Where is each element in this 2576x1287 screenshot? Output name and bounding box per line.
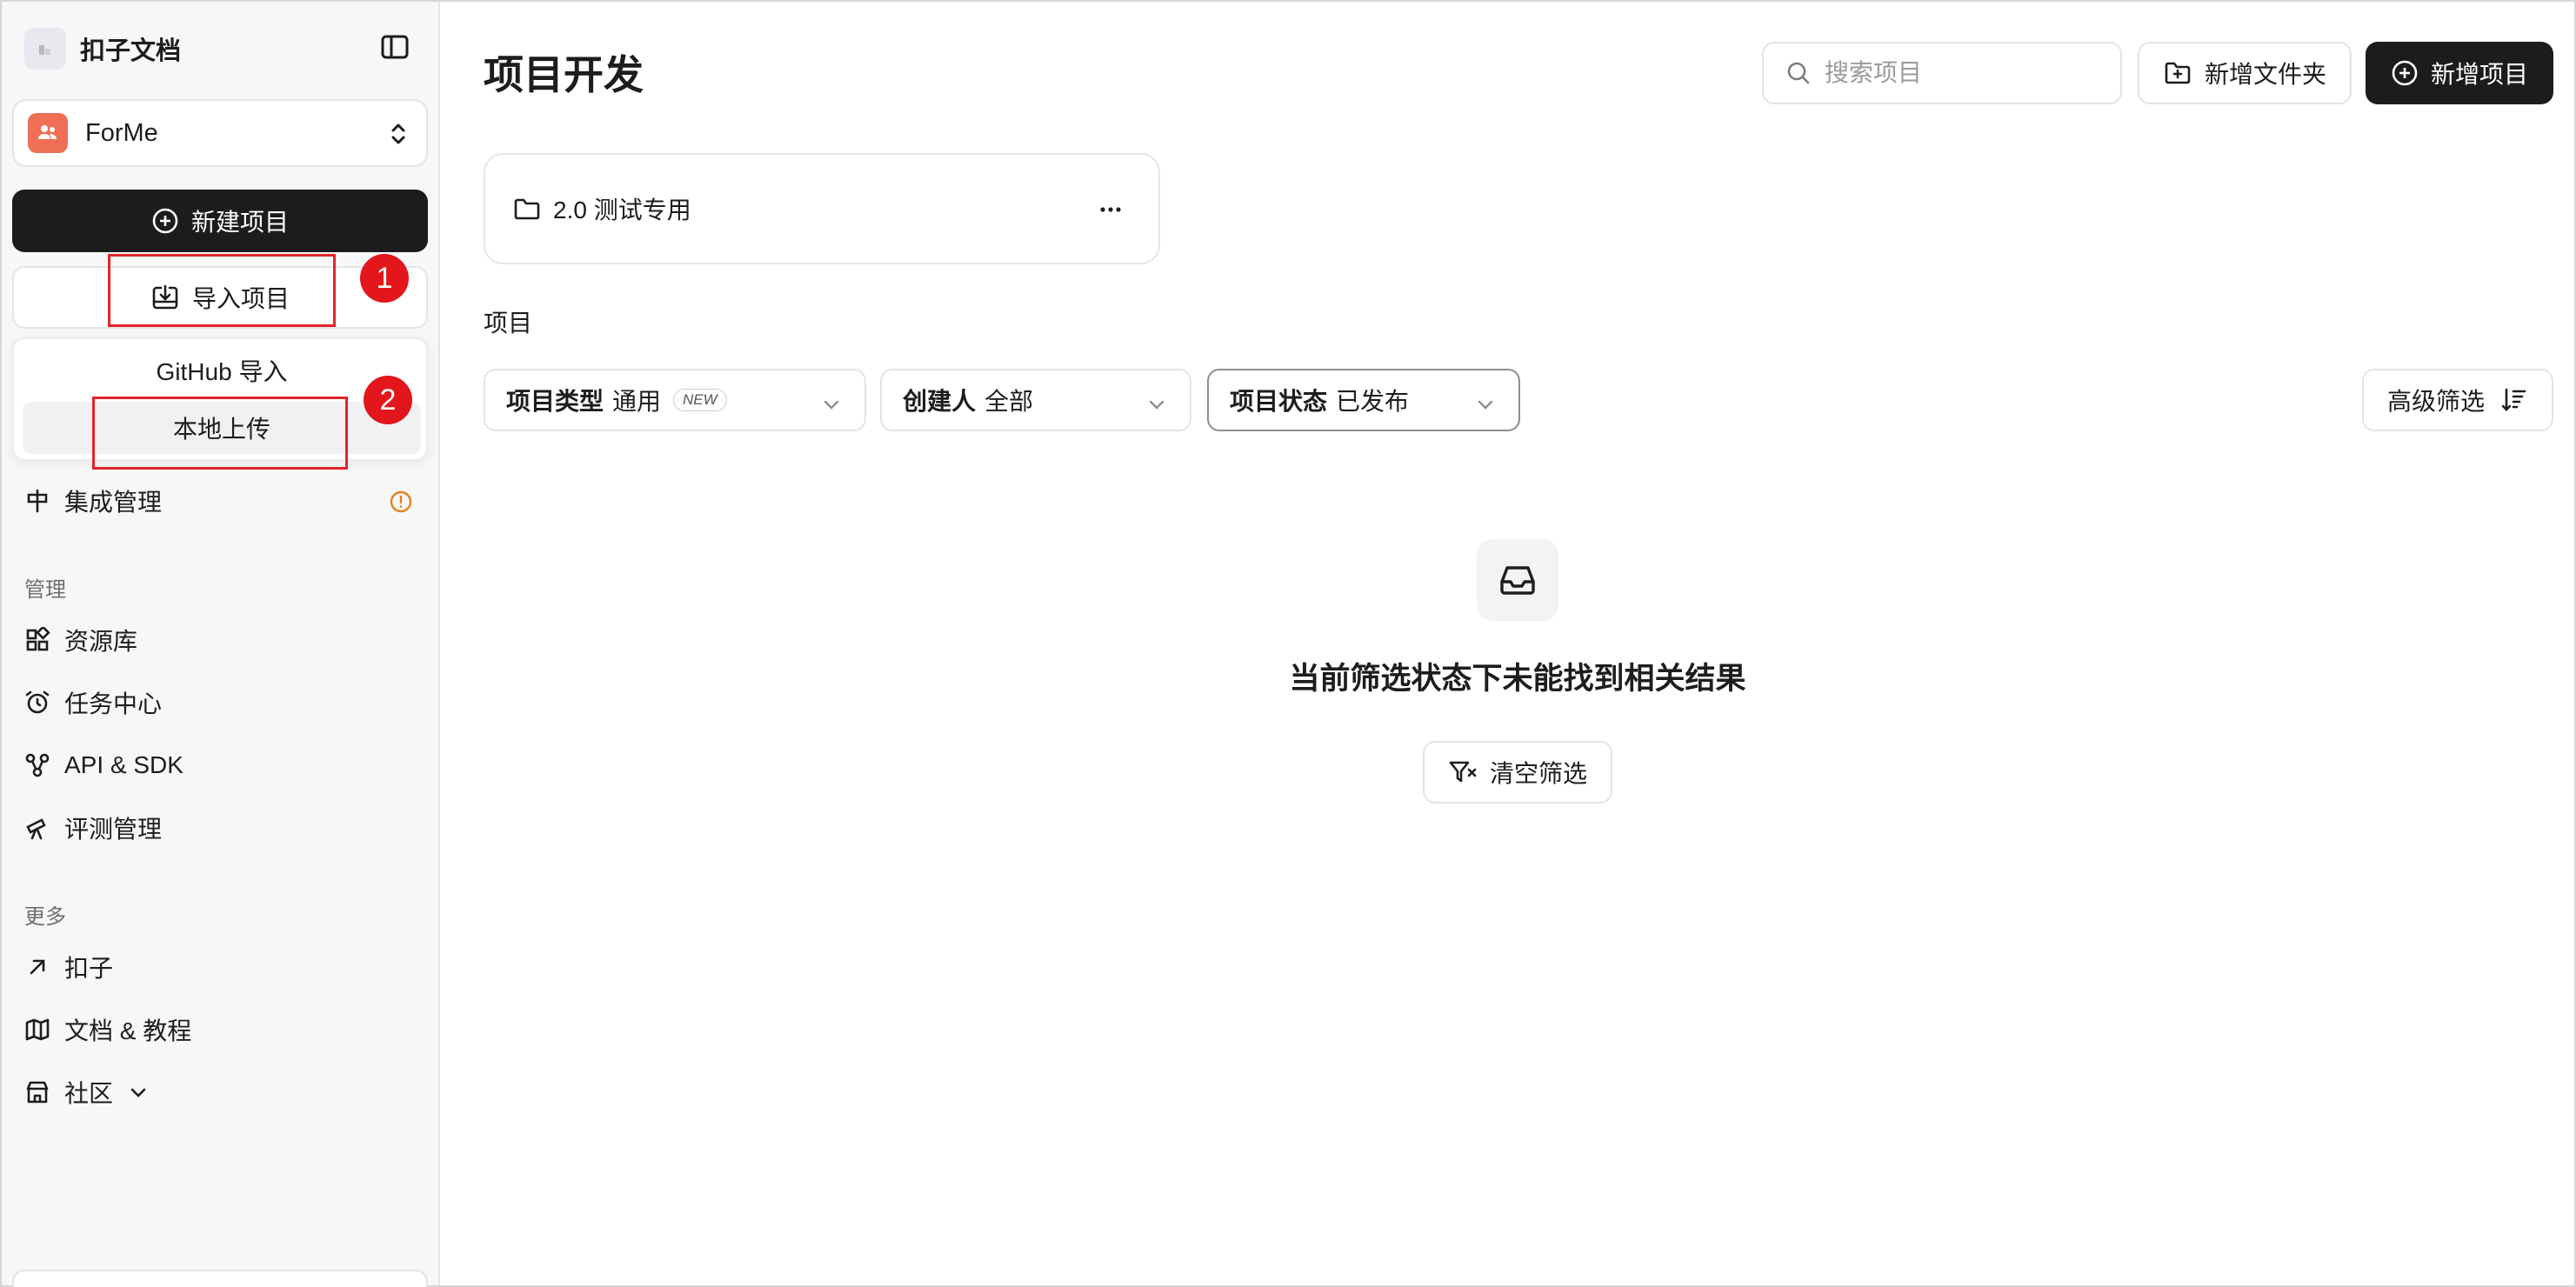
sidebar-item-api-sdk[interactable]: API & SDK: [24, 746, 184, 784]
sidebar-item-label: 任务中心: [64, 690, 163, 717]
chevron-down-icon: [821, 393, 842, 421]
plus-circle-icon: [152, 208, 178, 234]
sidebar-item-coze[interactable]: 扣子: [24, 948, 113, 986]
search-box[interactable]: [1762, 42, 2122, 104]
sidebar: 扣子文档 ForMe 新建项目 导入项目 GitHub 导入 本地上传 1 2 …: [2, 2, 440, 1287]
sidebar-item-resource-library[interactable]: 资源库: [24, 621, 137, 659]
sidebar-item-label: 扣子: [64, 955, 114, 982]
annotation-box-2: [92, 397, 348, 470]
alarm-clock-icon: [25, 690, 50, 714]
filter-value: 已发布: [1336, 388, 1410, 415]
section-title-manage: 管理: [24, 578, 66, 602]
sidebar-item-evaluation[interactable]: 评测管理: [24, 809, 162, 847]
filter-key: 创建人: [903, 388, 977, 415]
brand-logo-icon: [24, 28, 66, 70]
store-icon: [26, 1081, 49, 1104]
projects-section-label: 项目: [484, 310, 533, 337]
annotation-badge-1: 1: [360, 254, 409, 303]
map-icon: [25, 1018, 50, 1041]
workspace-switcher[interactable]: ForMe: [12, 99, 428, 167]
chevron-down-icon: [1146, 393, 1167, 421]
search-icon: [1787, 62, 1810, 84]
sidebar-item-label: 评测管理: [64, 816, 163, 843]
sidebar-item-label: 文档 & 教程: [64, 1017, 192, 1044]
inbox-icon: [1477, 539, 1558, 621]
team-icon: [28, 113, 68, 153]
sidebar-item-community[interactable]: 社区: [24, 1073, 150, 1111]
plus-circle-icon: [2392, 60, 2418, 86]
filter-clear-icon: [1449, 761, 1477, 783]
filter-project-status[interactable]: 项目状态 已发布: [1207, 369, 1520, 431]
filter-creator[interactable]: 创建人 全部: [880, 369, 1191, 431]
sidebar-item-task-center[interactable]: 任务中心: [24, 684, 162, 722]
api-nodes-icon: [25, 753, 50, 777]
section-title-more: 更多: [24, 905, 66, 929]
resource-library-icon: [26, 627, 50, 651]
advanced-filter-label: 高级筛选: [2386, 388, 2485, 415]
search-input[interactable]: [1825, 59, 2103, 87]
annotation-badge-2: 2: [364, 376, 412, 424]
more-horizontal-icon[interactable]: [1098, 197, 1124, 229]
filter-project-type[interactable]: 项目类型 通用 NEW: [484, 369, 866, 431]
filter-key: 项目状态: [1230, 388, 1328, 415]
folder-plus-icon: [2165, 62, 2191, 84]
new-project-label: 新建项目: [190, 209, 289, 236]
filter-key: 项目类型: [506, 388, 604, 415]
clear-filter-label: 清空筛选: [1489, 760, 1587, 787]
folder-name: 2.0 测试专用: [553, 197, 691, 223]
sidebar-item-docs[interactable]: 文档 & 教程: [24, 1010, 191, 1049]
advanced-filter-button[interactable]: 高级筛选: [2362, 369, 2553, 431]
chevron-down-icon: [130, 1088, 146, 1097]
telescope-icon: [26, 818, 46, 840]
sidebar-toggle-icon[interactable]: [379, 31, 414, 66]
arrow-up-right-icon: [30, 959, 45, 975]
folder-icon: [514, 198, 540, 220]
add-folder-label: 新增文件夹: [2204, 61, 2326, 88]
new-badge: NEW: [673, 389, 727, 411]
sidebar-item-label: API & SDK: [64, 751, 184, 778]
sidebar-item-label: 资源库: [64, 628, 138, 655]
brand-title: 扣子文档: [80, 37, 182, 65]
workspace-name: ForMe: [85, 118, 158, 147]
add-project-button[interactable]: 新增项目: [2366, 42, 2553, 104]
new-project-button[interactable]: 新建项目: [12, 190, 428, 252]
filter-value: 通用: [612, 388, 662, 415]
annotation-box-1: [108, 254, 336, 327]
chevron-down-icon: [1475, 393, 1496, 421]
filter-value: 全部: [984, 388, 1034, 415]
sidebar-item-label: 集成管理: [64, 489, 163, 516]
folder-card[interactable]: 2.0 测试专用: [484, 153, 1160, 264]
page-title: 项目开发: [484, 52, 644, 97]
empty-state-message: 当前筛选状态下未能找到相关结果: [1289, 662, 1746, 696]
add-folder-button[interactable]: 新增文件夹: [2138, 42, 2352, 104]
sidebar-bottom-card[interactable]: [12, 1270, 428, 1287]
integration-icon: [27, 489, 48, 513]
warning-icon: [388, 489, 414, 519]
add-project-label: 新增项目: [2430, 61, 2528, 88]
sidebar-item-label: 社区: [64, 1080, 114, 1107]
menu-item-github-import[interactable]: GitHub 导入: [23, 344, 421, 397]
clear-filter-button[interactable]: 清空筛选: [1423, 741, 1612, 804]
sidebar-item-integration[interactable]: 集成管理: [24, 482, 162, 520]
sort-descending-icon: [2501, 388, 2526, 411]
brand[interactable]: 扣子文档: [24, 28, 181, 70]
chevron-up-down-icon: [386, 120, 410, 152]
